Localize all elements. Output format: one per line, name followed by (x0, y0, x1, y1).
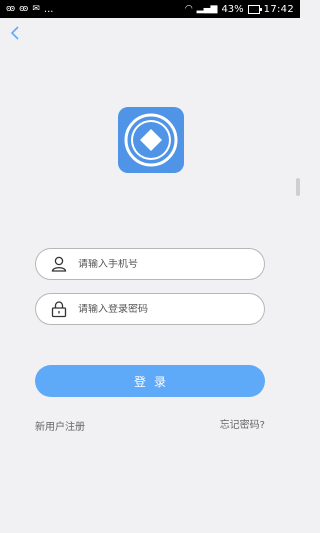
edge-handle[interactable] (296, 178, 300, 196)
wifi-icon: ◠ (184, 3, 193, 14)
login-button[interactable]: 登录 (35, 365, 265, 397)
register-link[interactable]: 新用户注册 (35, 418, 85, 433)
status-bar: ꙭ ꙭ ✉ ... ◠ ▂▄▆ 43% 17:42 (0, 0, 300, 18)
weibo-icon: ꙭ (19, 3, 29, 14)
phone-input[interactable] (78, 258, 248, 270)
battery-icon (247, 4, 262, 14)
more-dots-icon: ... (43, 3, 54, 15)
status-bar-right: ◠ ▂▄▆ 43% 17:42 (185, 4, 294, 15)
clock: 17:42 (263, 3, 294, 15)
back-button[interactable] (6, 24, 24, 42)
status-bar-left: ꙭ ꙭ ✉ ... (6, 4, 53, 15)
lock-icon (50, 300, 68, 318)
forgot-password-link[interactable]: 忘记密码? (220, 416, 265, 431)
password-input[interactable] (78, 303, 248, 315)
signal-icon: ▂▄▆ (196, 3, 218, 14)
phone-field[interactable] (35, 248, 265, 280)
user-icon (50, 255, 68, 273)
password-field[interactable] (35, 293, 265, 325)
weibo-icon: ꙭ (6, 3, 16, 14)
chevron-left-icon (10, 26, 19, 40)
app-logo (118, 107, 184, 173)
app-logo-diamond-icon (124, 113, 178, 167)
battery-percent: 43% (221, 3, 244, 15)
chat-icon: ✉ (32, 3, 40, 14)
